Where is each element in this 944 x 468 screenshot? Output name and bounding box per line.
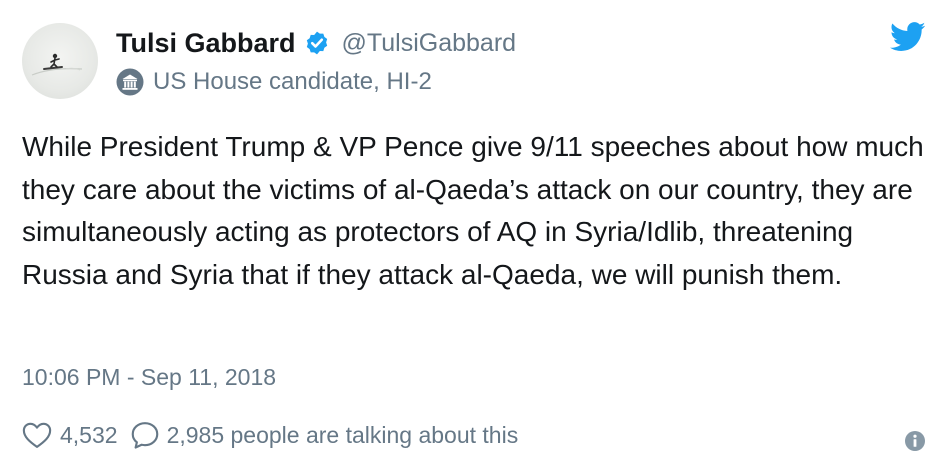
avatar[interactable] [22,23,98,99]
author-header: Tulsi Gabbard @TulsiGabbard [116,24,516,62]
tweet-card: Tulsi Gabbard @TulsiGabbard US House can… [0,0,944,468]
info-icon[interactable] [904,430,926,452]
engagement-bar: 4,532 2,985 people are talking about thi… [22,418,518,452]
verified-badge-icon [306,31,327,55]
surfer-silhouette-icon [31,53,83,76]
government-building-icon [116,68,144,96]
tweet-text: While President Trump & VP Pence give 9/… [22,131,924,290]
display-name[interactable]: Tulsi Gabbard [116,28,296,59]
user-handle[interactable]: @TulsiGabbard [342,29,517,58]
talking-count: 2,985 people are talking about this [166,421,519,448]
candidate-label-text: US House candidate, HI-2 [153,68,432,95]
heart-icon [22,422,52,448]
like-button[interactable]: 4,532 [22,421,118,449]
tweet-timestamp[interactable]: 10:06 PM - Sep 11, 2018 [22,364,276,391]
talking-link[interactable]: 2,985 people are talking about this [130,420,519,450]
twitter-bird-icon[interactable] [890,22,926,52]
candidate-label: US House candidate, HI-2 [116,66,432,98]
like-count: 4,532 [60,421,118,448]
speech-bubble-icon [131,422,158,449]
